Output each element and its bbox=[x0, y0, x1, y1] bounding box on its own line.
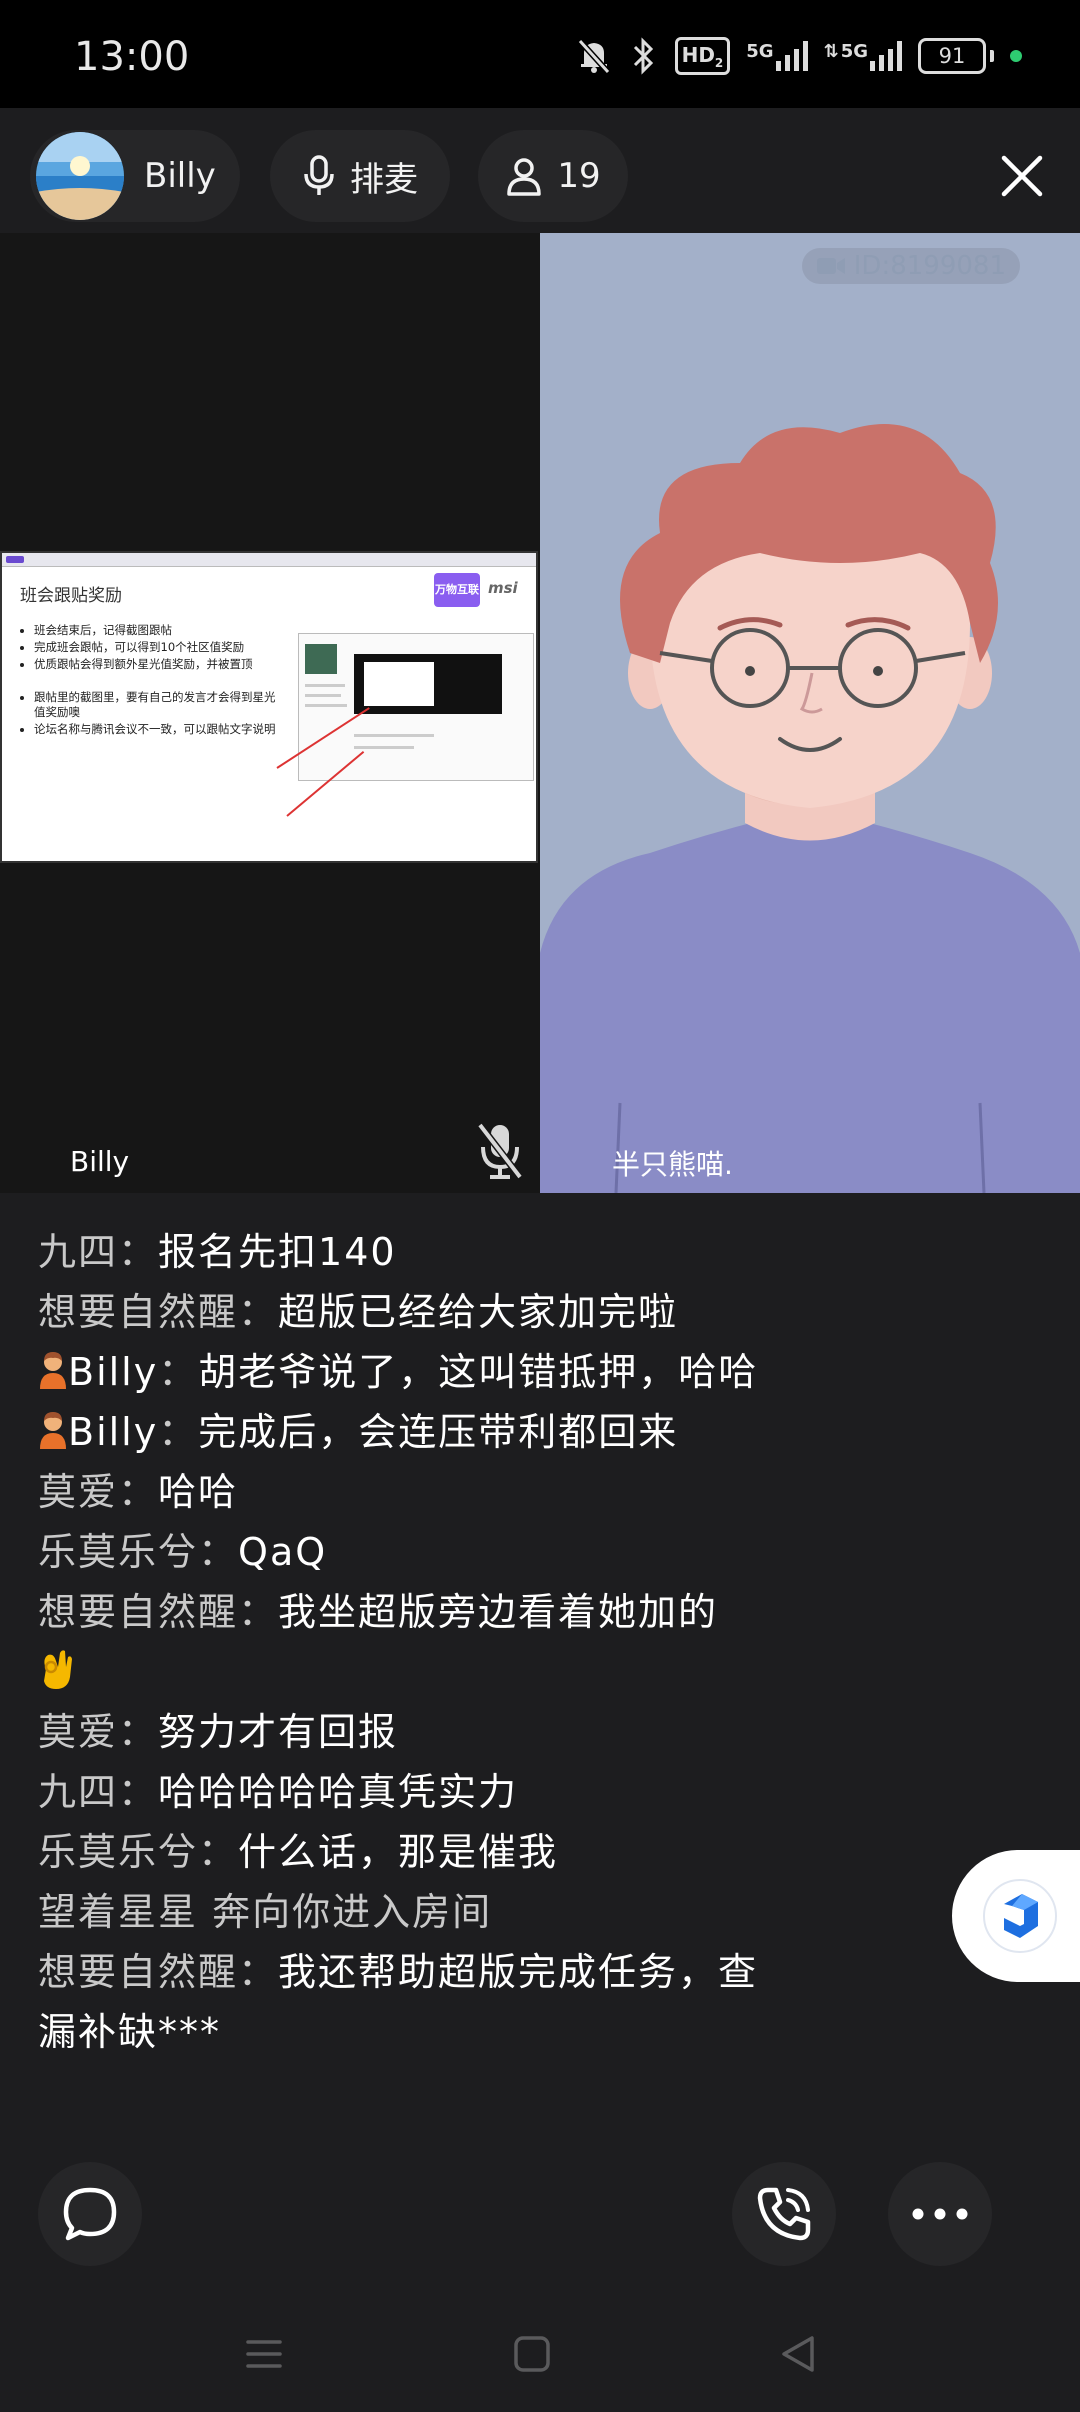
avatar-illustration bbox=[540, 233, 1080, 1193]
person-emoji-icon bbox=[40, 1412, 66, 1449]
status-bar: 13:00 HD2 5G ⇅ 5G 91 bbox=[0, 0, 1080, 108]
chat-message: 九四：哈哈哈哈哈真凭实力 bbox=[38, 1770, 519, 1814]
status-time: 13:00 bbox=[74, 34, 190, 80]
nav-home-button[interactable] bbox=[502, 2324, 562, 2384]
slide-toolbar bbox=[2, 553, 536, 567]
more-dots-icon bbox=[912, 2208, 968, 2220]
chat-message: 想要自然醒：我还帮助超版完成任务，查漏补缺*** bbox=[38, 1950, 759, 2054]
close-button[interactable] bbox=[992, 146, 1052, 206]
chat-message: 想要自然醒：我坐超版旁边看着她加的 bbox=[38, 1582, 798, 1702]
ok-hand-emoji-icon bbox=[44, 1650, 72, 1689]
person-emoji-icon bbox=[40, 1352, 66, 1389]
chat-message: Billy：胡老爷说了，这叫错抵押，哈哈 bbox=[38, 1342, 798, 1402]
video-area: 班会跟贴奖励 万物互联 msi 班会结束后，记得截图跟帖 完成班会跟帖，可以得到… bbox=[0, 233, 1080, 1193]
video-camera-icon bbox=[816, 258, 845, 274]
chat-message: 莫爱：哈哈 bbox=[38, 1470, 239, 1514]
participant-video-tile[interactable]: ID:8199081 bbox=[540, 233, 1080, 1193]
signal-5g-1: 5G bbox=[746, 41, 808, 71]
participants-button[interactable]: 19 bbox=[478, 130, 628, 222]
participant-video-label: 半只熊喵. bbox=[612, 1148, 733, 1181]
nav-back-button[interactable] bbox=[768, 2324, 828, 2384]
slide-bullet: 优质跟帖会得到额外星光值奖励，并被置顶 bbox=[34, 657, 284, 672]
person-icon bbox=[507, 158, 542, 196]
host-pill[interactable]: Billy bbox=[30, 130, 240, 222]
privacy-dot bbox=[1010, 50, 1022, 62]
slide-bullets: 班会结束后，记得截图跟帖 完成班会跟帖，可以得到10个社区值奖励 优质跟帖会得到… bbox=[20, 623, 284, 739]
close-icon bbox=[1001, 155, 1043, 197]
chat-messages: 九四：报名先扣140 想要自然醒：超版已经给大家加完啦 Billy：胡老爷说了，… bbox=[38, 1222, 798, 2062]
bell-muted-icon bbox=[577, 38, 610, 75]
slide-bullet: 跟帖里的截图里，要有自己的发言才会得到星光值奖励噢 bbox=[34, 690, 284, 720]
shared-slide[interactable]: 班会跟贴奖励 万物互联 msi 班会结束后，记得截图跟帖 完成班会跟帖，可以得到… bbox=[0, 551, 538, 863]
menu-lines-icon bbox=[246, 2340, 282, 2368]
chat-message: 想要自然醒：超版已经给大家加完啦 bbox=[38, 1290, 679, 1334]
floating-app-widget[interactable] bbox=[952, 1850, 1080, 1982]
mic-muted-icon bbox=[474, 1119, 526, 1187]
phone-call-icon bbox=[757, 2187, 811, 2241]
slide-bullet: 论坛名称与腾讯会议不一致，可以跟帖文字说明 bbox=[34, 722, 284, 737]
slide-bullet: 完成班会跟帖，可以得到10个社区值奖励 bbox=[34, 640, 284, 655]
battery-indicator: 91 bbox=[918, 38, 994, 74]
status-icons: HD2 5G ⇅ 5G 91 bbox=[575, 32, 1080, 80]
back-triangle-icon bbox=[782, 2336, 814, 2372]
room-topbar: Billy 排麦 19 bbox=[0, 108, 1080, 233]
system-nav-bar bbox=[0, 2290, 1080, 2412]
signal-5g-2: ⇅ 5G bbox=[824, 41, 902, 71]
nav-recents-button[interactable] bbox=[234, 2324, 294, 2384]
mic-queue-button[interactable]: 排麦 bbox=[270, 130, 450, 222]
bluetooth-icon bbox=[633, 37, 653, 75]
chat-message: Billy：完成后，会连压带利都回来 bbox=[38, 1402, 798, 1462]
slide-brand: msi bbox=[488, 579, 518, 597]
slide-title: 班会跟贴奖励 bbox=[20, 586, 122, 606]
self-video-label: Billy bbox=[70, 1145, 130, 1178]
microphone-icon bbox=[304, 155, 334, 195]
home-square-icon bbox=[514, 2336, 550, 2372]
slide-screenshot-thumbnail bbox=[298, 633, 534, 781]
more-options-button[interactable] bbox=[888, 2162, 992, 2266]
chat-message: 乐莫乐兮：什么话，那是催我 bbox=[38, 1830, 559, 1874]
chat-message: 莫爱：努力才有回报 bbox=[38, 1710, 399, 1754]
avatar[interactable] bbox=[36, 132, 124, 220]
mic-queue-label: 排麦 bbox=[350, 159, 418, 200]
hd-badge: HD2 bbox=[674, 37, 731, 75]
chat-button[interactable] bbox=[38, 2162, 142, 2266]
join-notice: 望着星星 奔向你进入房间 bbox=[38, 1890, 493, 1934]
slide-logo: 万物互联 bbox=[434, 573, 480, 607]
host-name: Billy bbox=[144, 156, 216, 196]
slide-bullet: 班会结束后，记得截图跟帖 bbox=[34, 623, 284, 638]
participant-count: 19 bbox=[557, 156, 601, 196]
chat-message: 九四：报名先扣140 bbox=[38, 1230, 397, 1274]
chat-message: 乐莫乐兮：QaQ bbox=[38, 1530, 328, 1574]
call-button[interactable] bbox=[732, 2162, 836, 2266]
app-shortcut-icon bbox=[983, 1879, 1057, 1953]
room-id-watermark: ID:8199081 bbox=[801, 248, 1020, 284]
chat-bubble-icon bbox=[63, 2187, 117, 2241]
